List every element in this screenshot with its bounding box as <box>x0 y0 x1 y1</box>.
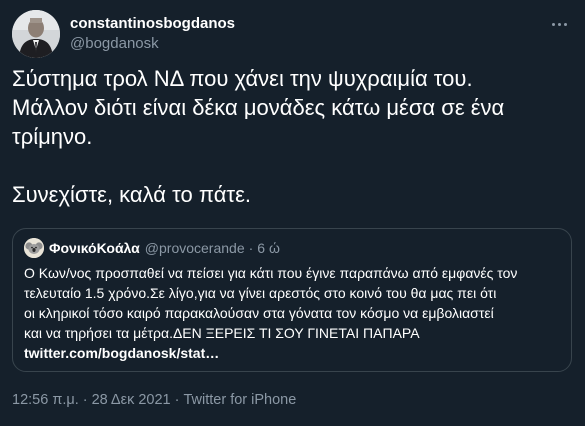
tweet-metadata: 12:56 π.μ. · 28 Δεκ 2021 · Twitter for iPhon… <box>12 392 296 408</box>
tweet: constantinosbogdanos @bogdanosk Σύστημα … <box>0 0 585 426</box>
tweet-time[interactable]: 12:56 π.μ. <box>12 392 79 408</box>
quoted-tweet-text: Ο Κων/νος προσπαθεί να πείσει για κάτι π… <box>24 263 560 363</box>
quoted-tweet[interactable]: ΦονικόΚοάλα @provocerande · 6 ώ Ο Κων/νο… <box>12 228 572 372</box>
meta-separator: · <box>174 392 180 408</box>
author-handle[interactable]: @bogdanosk <box>70 34 235 54</box>
quoted-author-handle[interactable]: @provocerande <box>145 240 245 256</box>
author-avatar[interactable] <box>12 10 60 58</box>
tweet-source[interactable]: Twitter for iPhone <box>183 392 296 408</box>
tweet-date[interactable]: 28 Δεκ 2021 <box>92 392 171 408</box>
meta-separator: · <box>82 392 88 408</box>
quoted-author-display-name[interactable]: ΦονικόΚοάλα <box>49 240 140 256</box>
quoted-author-avatar[interactable] <box>24 238 44 258</box>
koala-avatar-icon <box>24 238 44 258</box>
quoted-timestamp[interactable]: 6 ώ <box>257 240 280 256</box>
author-avatar-image <box>12 10 60 58</box>
tweet-text: Σύστημα τρολ ΝΔ που χάνει την ψυχραιμία … <box>12 66 505 207</box>
author-display-name[interactable]: constantinosbogdanos <box>70 15 235 33</box>
more-options-button[interactable] <box>545 12 573 36</box>
tweet-header: constantinosbogdanos @bogdanosk <box>12 10 573 60</box>
more-horizontal-icon <box>551 22 555 26</box>
author-info: constantinosbogdanos @bogdanosk <box>70 15 235 54</box>
quoted-tweet-link[interactable]: twitter.com/bogdanosk/stat… <box>24 345 219 361</box>
quoted-tweet-header: ΦονικόΚοάλα @provocerande · 6 ώ <box>24 238 280 258</box>
quoted-separator: · <box>248 240 254 256</box>
quoted-tweet-body: Ο Κων/νος προσπαθεί να πείσει για κάτι π… <box>24 265 518 341</box>
